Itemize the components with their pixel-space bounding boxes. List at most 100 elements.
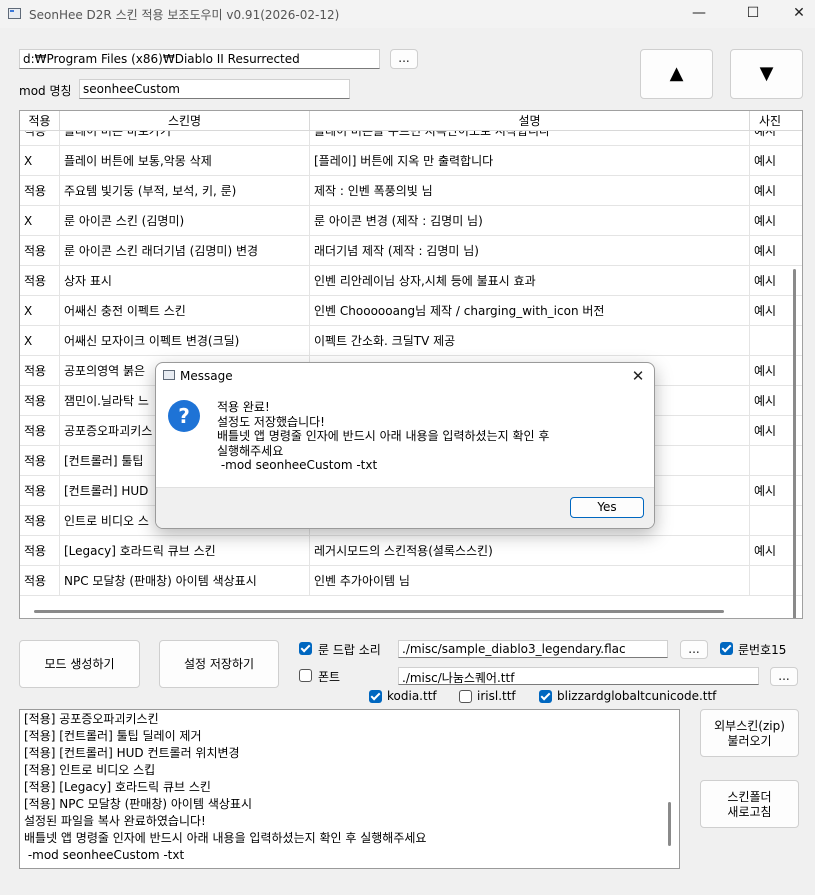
cell-photo[interactable] (750, 326, 790, 356)
game-path-input[interactable]: d:₩Program Files (x86)₩Diablo II Resurre… (19, 49, 380, 69)
cell-description[interactable]: 래더기념 제작 (제작 : 김명미 님) (310, 236, 750, 266)
cell-photo[interactable]: 예시 (750, 266, 790, 296)
dialog-close-icon[interactable]: ✕ (626, 365, 650, 387)
browse-path-button[interactable]: ... (390, 49, 418, 69)
cell-photo[interactable]: 예시 (750, 386, 790, 416)
cell-apply[interactable]: 적용 (20, 506, 60, 536)
log-line: [적용] [컨트롤러] 툴팁 딜레이 제거 (24, 729, 202, 743)
maximize-button[interactable]: ☐ (730, 0, 776, 28)
cell-description[interactable]: 이펙트 간소화. 크딜TV 제공 (310, 326, 750, 356)
cell-skin-name[interactable]: 룬 아이콘 스킨 (김명미) (60, 206, 310, 236)
cell-description[interactable]: 룬 아이콘 변경 (제작 : 김명미 님) (310, 206, 750, 236)
log-output[interactable]: [적용] 공포증오파괴키스킨 [적용] [컨트롤러] 툴팁 딜레이 제거 [적용] … (19, 709, 680, 869)
rune-number-checkbox[interactable] (720, 642, 733, 655)
cell-description[interactable]: 인벤 Choooooang님 제작 / charging_with_icon 버… (310, 296, 750, 326)
cell-skin-name[interactable]: 어쌔신 충전 이펙트 스킨 (60, 296, 310, 326)
cell-skin-name[interactable]: 상자 표시 (60, 266, 310, 296)
cell-apply[interactable]: 적용 (20, 266, 60, 296)
cell-apply[interactable]: 적용 (20, 476, 60, 506)
cell-skin-name[interactable]: 주요템 빛기둥 (부적, 보석, 키, 룬) (60, 176, 310, 206)
cell-photo[interactable] (750, 506, 790, 536)
cell-description[interactable]: 인벤 추가아이템 님 (310, 566, 750, 596)
cell-photo[interactable]: 예시 (750, 476, 790, 506)
header-description[interactable]: 설명 (310, 111, 750, 131)
cell-photo[interactable]: 예시 (750, 416, 790, 446)
cell-photo[interactable]: 예시 (750, 146, 790, 176)
table-row[interactable]: X 어쌔신 모자이크 이펙트 변경(크딜) 이펙트 간소화. 크딜TV 제공 (20, 326, 802, 356)
cell-photo[interactable]: 예시 (750, 131, 790, 146)
refresh-skin-folder-button[interactable]: 스킨폴더 새로고침 (700, 780, 799, 828)
cell-apply[interactable]: X (20, 296, 60, 326)
cell-description[interactable]: 레거시모드의 스킨적용(셜록스스킨) (310, 536, 750, 566)
cell-apply[interactable]: X (20, 146, 60, 176)
table-horizontal-scrollbar[interactable] (34, 610, 724, 613)
table-row[interactable]: X룬 아이콘 스킨 (김명미) 룬 아이콘 변경 (제작 : 김명미 님) 예시 (20, 206, 802, 236)
header-skin-name[interactable]: 스킨명 (60, 111, 310, 131)
yes-button[interactable]: Yes (570, 497, 644, 518)
cell-skin-name[interactable]: NPC 모달창 (판매창) 아이템 색상표시 (60, 566, 310, 596)
font-browse-button[interactable]: ... (770, 667, 798, 686)
cell-apply[interactable]: X (20, 326, 60, 356)
cell-apply[interactable]: X (20, 206, 60, 236)
table-row[interactable]: 적용 플레이 버튼 바로가기 플레이 버튼을 누르면 지옥난이도로 시작합니다 예시 (20, 131, 802, 146)
close-button[interactable]: ✕ (776, 0, 815, 28)
font-path-input[interactable]: ./misc/나눔스퀘어.ttf (398, 667, 759, 685)
table-row[interactable]: 적용 상자 표시 인벤 리안레이님 상자,시체 등에 불표시 효과 예시 (20, 266, 802, 296)
table-row[interactable]: X 어쌔신 충전 이펙트 스킨 인벤 Choooooang님 제작 / chargi… (20, 296, 802, 326)
cell-photo[interactable] (750, 566, 790, 596)
cell-apply[interactable]: 적용 (20, 386, 60, 416)
cell-apply[interactable]: 적용 (20, 416, 60, 446)
font-file-blizzard-checkbox[interactable] (539, 690, 552, 703)
cell-description[interactable]: [플레이] 버튼에 지옥 만 출력합니다 (310, 146, 750, 176)
mod-name-label: mod 명칭 (19, 84, 72, 98)
cell-photo[interactable]: 예시 (750, 296, 790, 326)
font-file-kodia-checkbox[interactable] (369, 690, 382, 703)
minimize-button[interactable]: — (676, 0, 722, 28)
cell-description[interactable]: 제작 : 인벤 폭풍의빛 님 (310, 176, 750, 206)
move-down-button[interactable]: ▼ (730, 49, 803, 99)
cell-photo[interactable]: 예시 (750, 176, 790, 206)
log-line: [적용] 공포증오파괴키스킨 (24, 712, 159, 726)
cell-photo[interactable]: 예시 (750, 236, 790, 266)
save-settings-button[interactable]: 설정 저장하기 (159, 640, 279, 688)
cell-skin-name[interactable]: 룬 아이콘 스킨 래더기념 (김명미) 변경 (60, 236, 310, 266)
table-row[interactable]: 적용 주요템 빛기둥 (부적, 보석, 키, 룬) 제작 : 인벤 폭풍의빛 님 예시 (20, 176, 802, 206)
cell-apply[interactable]: 적용 (20, 131, 60, 146)
cell-apply[interactable]: 적용 (20, 236, 60, 266)
cell-description[interactable]: 플레이 버튼을 누르면 지옥난이도로 시작합니다 (310, 131, 750, 146)
move-up-button[interactable]: ▲ (640, 49, 713, 99)
cell-apply[interactable]: 적용 (20, 536, 60, 566)
cell-skin-name[interactable]: 플레이 버튼에 보통,악몽 삭제 (60, 146, 310, 176)
cell-apply[interactable]: 적용 (20, 176, 60, 206)
cell-description[interactable]: 인벤 리안레이님 상자,시체 등에 불표시 효과 (310, 266, 750, 296)
rune-sound-browse-button[interactable]: ... (680, 640, 708, 659)
table-row[interactable]: 적용 룬 아이콘 스킨 래더기념 (김명미) 변경 래더기념 제작 (제작 : 김명… (20, 236, 802, 266)
mod-name-input[interactable]: seonheeCustom (79, 79, 350, 99)
cell-skin-name[interactable]: 플레이 버튼 바로가기 (60, 131, 310, 146)
question-icon: ? (168, 400, 200, 432)
log-scrollbar[interactable] (668, 802, 671, 846)
log-line: [적용] [Legacy] 호라드릭 큐브 스킨 (24, 780, 211, 794)
cell-photo[interactable] (750, 446, 790, 476)
cell-apply[interactable]: 적용 (20, 446, 60, 476)
cell-photo[interactable]: 예시 (750, 206, 790, 236)
cell-photo[interactable]: 예시 (750, 536, 790, 566)
table-row[interactable]: X 플레이 버튼에 보통,악몽 삭제 [플레이] 버튼에 지옥 만 출력합니다 예시 (20, 146, 802, 176)
table-row[interactable]: 적용 [Legacy] 호라드릭 큐브 스킨 레거시모드의 스킨적용(셜록스스킨) 예… (20, 536, 802, 566)
header-photo[interactable]: 사진 (750, 111, 790, 131)
rune-sound-checkbox[interactable] (299, 642, 312, 655)
table-vertical-scrollbar[interactable] (793, 269, 796, 618)
external-skin-button[interactable]: 외부스킨(zip) 불러오기 (700, 709, 799, 757)
cell-apply[interactable]: 적용 (20, 356, 60, 386)
cell-skin-name[interactable]: [Legacy] 호라드릭 큐브 스킨 (60, 536, 310, 566)
table-row[interactable]: 적용 NPC 모달창 (판매창) 아이템 색상표시 인벤 추가아이템 님 (20, 566, 802, 596)
cell-apply[interactable]: 적용 (20, 566, 60, 596)
header-apply[interactable]: 적용 (20, 111, 60, 131)
cell-photo[interactable]: 예시 (750, 356, 790, 386)
rune-sound-path-input[interactable]: ./misc/sample_diablo3_legendary.flac (398, 640, 668, 658)
cell-skin-name[interactable]: 어쌔신 모자이크 이펙트 변경(크딜) (60, 326, 310, 356)
font-checkbox[interactable] (299, 669, 312, 682)
font-file-irisl-checkbox[interactable] (459, 690, 472, 703)
mod-create-button[interactable]: 모드 생성하기 (19, 640, 140, 688)
dialog-message: 적용 완료! 설정도 저장했습니다! 배틀넷 앱 명령줄 인자에 반드시 아래 … (217, 400, 550, 472)
